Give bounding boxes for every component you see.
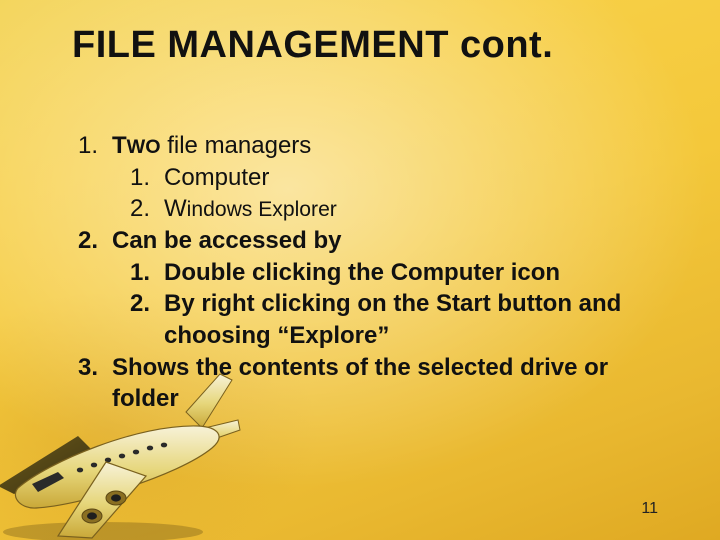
list-number: 1. — [130, 257, 164, 289]
list-item: 1. Double clicking the Computer icon — [130, 257, 670, 289]
list-number: 2. — [130, 193, 164, 225]
page-number: 11 — [641, 500, 658, 518]
slide: FILE MANAGEMENT cont. 1. TWO file manage… — [0, 0, 720, 540]
list-number: 1. — [78, 130, 112, 162]
list-number: 2. — [78, 225, 112, 257]
list-text: By right clicking on the Start button an… — [164, 288, 670, 351]
list-text: Double clicking the Computer icon — [164, 257, 670, 289]
list-item: 1. Computer — [130, 162, 670, 194]
list-item: 2. By right clicking on the Start button… — [130, 288, 670, 351]
list-number: 1. — [130, 162, 164, 194]
list-item: 2. Windows Explorer — [130, 193, 670, 225]
list-text: Windows Explorer — [164, 193, 670, 225]
list-text: TWO file managers — [112, 130, 670, 162]
slide-title: FILE MANAGEMENT cont. — [72, 24, 680, 67]
list-item: 1. TWO file managers — [78, 130, 670, 162]
list-text: Can be accessed by — [112, 225, 670, 257]
list-item: 2. Can be accessed by — [78, 225, 670, 257]
list-number: 2. — [130, 288, 164, 351]
list-text: Computer — [164, 162, 670, 194]
airplane-illustration — [0, 366, 248, 540]
